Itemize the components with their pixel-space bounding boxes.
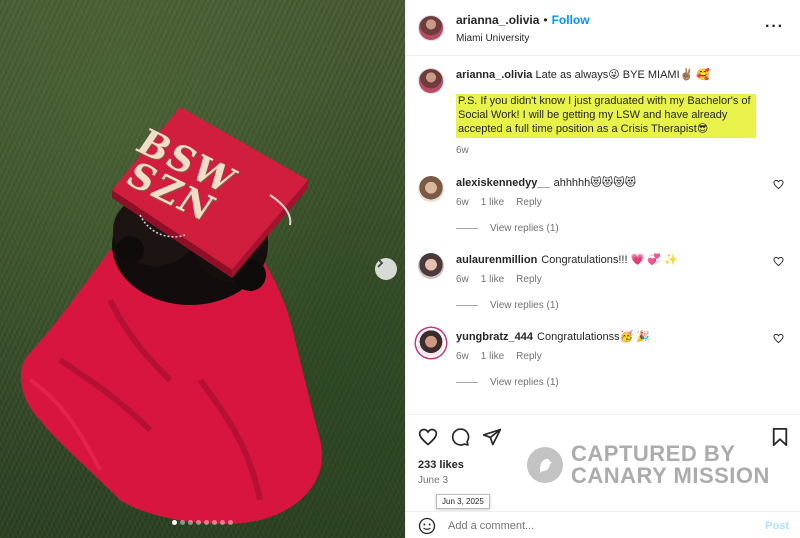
- comment-item: aulaurenmillion Congratulations!!! 💗 💞 ✨ …: [418, 252, 784, 286]
- view-replies-button[interactable]: View replies (1): [456, 223, 784, 234]
- paper-plane-icon: [482, 428, 502, 446]
- comment-text: Congratulationss🥳 🎉: [537, 331, 651, 344]
- post-photo: BSW SZN: [0, 0, 405, 538]
- comment-likes[interactable]: 1 like: [481, 196, 504, 209]
- heart-icon[interactable]: [773, 256, 784, 267]
- avatar[interactable]: [418, 252, 444, 279]
- avatar[interactable]: [418, 68, 444, 94]
- post-header: arianna_.olivia • Follow Miami University …: [406, 0, 800, 56]
- post-comment-button[interactable]: Post: [765, 520, 789, 532]
- carousel-dot: [212, 520, 217, 525]
- caption-time[interactable]: 6w: [456, 144, 469, 157]
- canary-bird-icon: [527, 446, 563, 483]
- carousel-dot: [172, 520, 177, 525]
- save-button[interactable]: [771, 427, 789, 452]
- comment-username[interactable]: alexiskennedyy__: [456, 177, 550, 189]
- carousel-dot: [180, 520, 185, 525]
- carousel-dot: [228, 520, 233, 525]
- post-location[interactable]: Miami University: [456, 33, 590, 46]
- view-replies-label: View replies (1): [490, 377, 559, 389]
- comment-item: yungbratz_444 Congratulationss🥳 🎉 6w 1 li…: [418, 330, 784, 363]
- emoji-button[interactable]: [418, 517, 436, 535]
- view-replies-button[interactable]: View replies (1): [456, 300, 784, 311]
- comment-text: Congratulations!!! 💗 💞 ✨: [541, 253, 678, 266]
- post-panel: arianna_.olivia • Follow Miami University …: [405, 0, 800, 538]
- caption: arianna_.olivia Late as always😜 BYE MIAM…: [418, 68, 784, 157]
- carousel-dot: [196, 520, 201, 525]
- comment-username[interactable]: aulaurenmillion: [456, 254, 537, 266]
- avatar[interactable]: [418, 330, 444, 357]
- author-username[interactable]: arianna_.olivia: [456, 13, 539, 27]
- carousel-dot: [188, 520, 193, 525]
- chevron-right-icon: [377, 258, 384, 268]
- carousel-dot: [220, 520, 225, 525]
- avatar[interactable]: [418, 14, 444, 41]
- graduation-photo: [20, 107, 322, 524]
- smiley-icon: [418, 517, 436, 534]
- bullet-separator: •: [543, 12, 548, 27]
- add-comment-bar: Post: [406, 511, 800, 538]
- bookmark-icon: [772, 428, 788, 446]
- watermark: CAPTURED BY CANARY MISSION: [527, 443, 770, 486]
- comment-time[interactable]: 6w: [456, 350, 469, 363]
- replies-line: [456, 382, 478, 384]
- more-options-icon[interactable]: ···: [765, 18, 784, 36]
- avatar[interactable]: [418, 175, 444, 202]
- carousel-dot: [204, 520, 209, 525]
- view-replies-button[interactable]: View replies (1): [456, 377, 784, 388]
- heart-icon[interactable]: [773, 179, 784, 190]
- reply-button[interactable]: Reply: [516, 273, 542, 286]
- comment-bubble-icon: [451, 428, 470, 446]
- comment-button[interactable]: [450, 427, 470, 447]
- replies-line: [456, 227, 478, 229]
- caption-text: Late as always😜 BYE MIAMI✌🏽 🥰: [535, 69, 711, 81]
- post-actions: 233 likes June 3 Jun 3, 2025 CAPTURED BY…: [406, 414, 800, 538]
- reply-button[interactable]: Reply: [516, 196, 542, 209]
- caption-highlighted-text: P.S. If you didn't know I just graduated…: [456, 94, 756, 138]
- heart-icon: [418, 428, 438, 446]
- comment-likes[interactable]: 1 like: [481, 273, 504, 286]
- reply-button[interactable]: Reply: [516, 350, 542, 363]
- watermark-line2: CANARY MISSION: [571, 462, 770, 488]
- heart-icon[interactable]: [773, 333, 784, 344]
- view-replies-label: View replies (1): [490, 222, 559, 234]
- follow-button[interactable]: Follow: [552, 13, 590, 27]
- caption-username[interactable]: arianna_.olivia: [456, 69, 532, 81]
- comment-time[interactable]: 6w: [456, 196, 469, 209]
- replies-line: [456, 305, 478, 307]
- share-button[interactable]: [482, 427, 502, 447]
- comment-input[interactable]: [448, 519, 766, 532]
- carousel-dots: [0, 520, 405, 525]
- comments-section[interactable]: arianna_.olivia Late as always😜 BYE MIAM…: [406, 56, 800, 414]
- comment-item: alexiskennedyy__ ahhhhh😻😻😻😻 6w 1 like Rep…: [418, 175, 784, 209]
- comment-username[interactable]: yungbratz_444: [456, 331, 533, 343]
- comment-text: ahhhhh😻😻😻😻: [553, 176, 637, 189]
- view-replies-label: View replies (1): [490, 300, 559, 312]
- carousel-next-button[interactable]: [375, 258, 397, 280]
- date-tooltip: Jun 3, 2025: [436, 494, 490, 509]
- like-button[interactable]: [418, 427, 438, 447]
- watermark-line1: CAPTURED BY: [571, 441, 736, 466]
- comment-time[interactable]: 6w: [456, 273, 469, 286]
- comment-likes[interactable]: 1 like: [481, 350, 504, 363]
